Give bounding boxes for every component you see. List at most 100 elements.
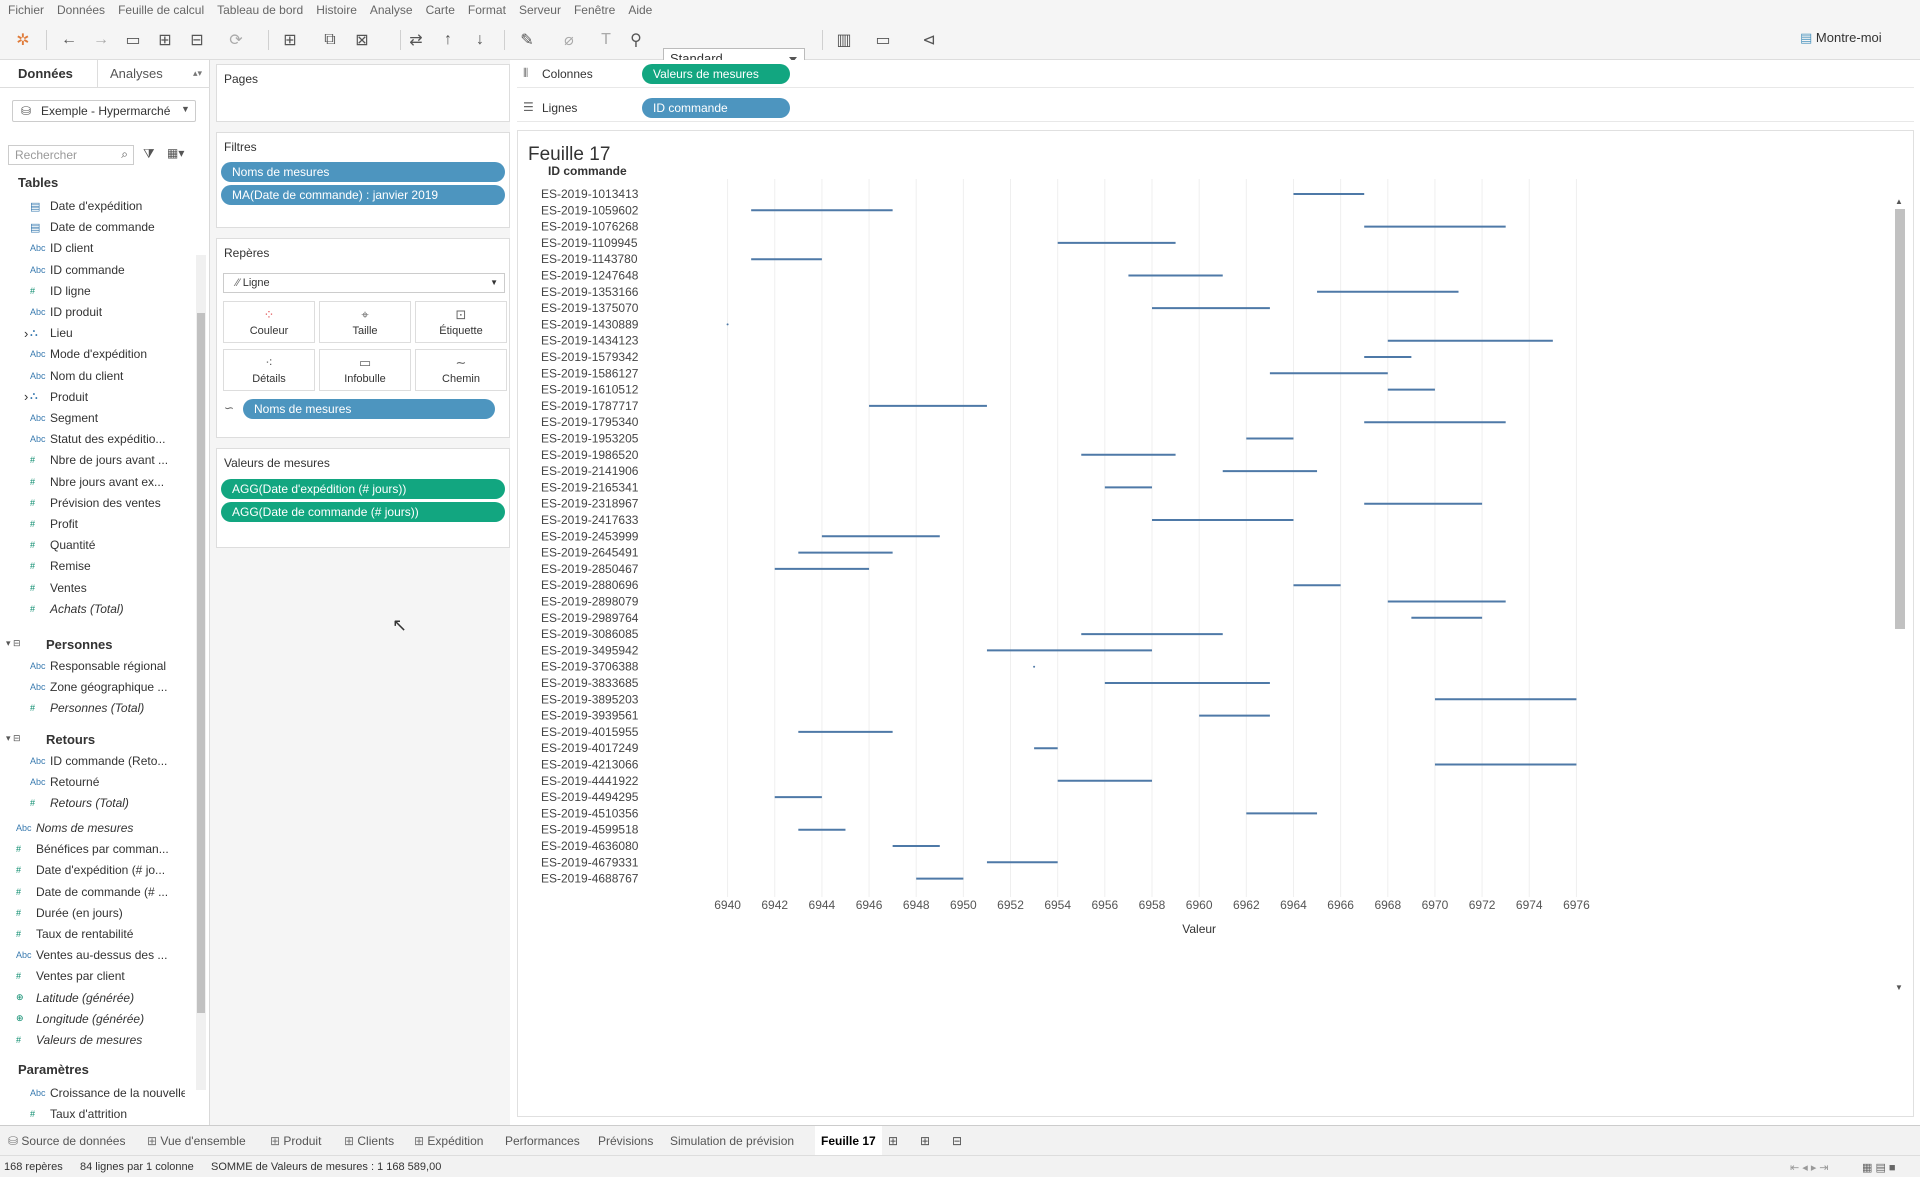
color-button[interactable]: ⁘ Couleur <box>223 301 315 343</box>
menu-item-6[interactable]: Carte <box>426 3 455 17</box>
field-item[interactable]: Abc Retourné <box>30 774 185 790</box>
menu-item-8[interactable]: Serveur <box>519 3 561 17</box>
new-dashboard-icon[interactable]: ⊞ <box>920 1134 930 1148</box>
field-item[interactable]: # Prévision des ventes <box>30 495 185 511</box>
field-item[interactable]: Abc Responsable régional <box>30 658 185 674</box>
field-item[interactable]: # Profit <box>30 516 185 532</box>
new-datasource-icon[interactable]: ⊞ <box>153 29 177 51</box>
field-item[interactable]: Abc Zone géographique ... <box>30 679 185 695</box>
measure-pill-ship-days[interactable]: AGG(Date d'expédition (# jours)) <box>221 479 505 499</box>
field-item[interactable]: # Date de commande (# ... <box>16 884 186 900</box>
group-icon[interactable]: ⌀ <box>557 29 581 51</box>
sheet-tab-4[interactable]: ⊞ Expédition <box>414 1134 483 1148</box>
refresh-icon[interactable]: ⟳ <box>224 29 248 51</box>
show-cards-icon[interactable]: ▥ <box>832 29 856 51</box>
sheet-tab-7[interactable]: Simulation de prévision <box>670 1134 794 1148</box>
filter-pill-measure-names[interactable]: Noms de mesures <box>221 162 505 182</box>
columns-shelf[interactable]: ⦀ Colonnes Valeurs de mesures <box>517 60 1914 88</box>
field-item[interactable]: # ID ligne <box>30 283 185 299</box>
save-icon[interactable]: ▭ <box>121 29 145 51</box>
marks-pill-measure-names[interactable]: Noms de mesures <box>243 399 495 419</box>
scroll-down-icon[interactable]: ▼ <box>1895 983 1903 992</box>
field-item[interactable]: # Remise <box>30 558 185 574</box>
rows-shelf[interactable]: ☰ Lignes ID commande <box>517 94 1914 122</box>
expand-icon[interactable]: › <box>24 326 28 341</box>
duplicate-sheet-icon[interactable]: ⧉ <box>318 29 342 51</box>
sort-desc-icon[interactable]: ↓ <box>468 29 492 51</box>
expand-icon[interactable]: › <box>24 389 28 404</box>
field-item[interactable]: Abc Mode d'expédition <box>30 346 185 362</box>
pin-icon[interactable]: ⚲ <box>624 29 648 51</box>
field-item[interactable]: # Ventes par client <box>16 968 186 984</box>
pages-card[interactable]: Pages <box>216 64 510 122</box>
field-item[interactable]: # Retours (Total) <box>30 795 185 811</box>
field-item[interactable]: Abc ID commande (Reto... <box>30 753 185 769</box>
menu-item-0[interactable]: Fichier <box>8 3 44 17</box>
undo-icon[interactable]: ← <box>57 29 81 51</box>
label-button[interactable]: ⊡ Étiquette <box>415 301 507 343</box>
field-item[interactable]: Abc ID client <box>30 240 185 256</box>
presentation-icon[interactable]: ▭ <box>871 29 895 51</box>
view-scrollbar[interactable]: ▲ ▼ <box>1893 197 1905 995</box>
scroll-up-icon[interactable]: ▲ <box>1895 197 1903 206</box>
field-item[interactable]: Abc Nom du client <box>30 368 185 384</box>
redo-icon[interactable]: → <box>89 29 113 51</box>
field-item[interactable]: Abc Segment <box>30 410 185 426</box>
size-button[interactable]: ⌖ Taille <box>319 301 411 343</box>
field-item[interactable]: Abc Noms de mesures <box>16 820 186 836</box>
personnes-title[interactable]: Personnes <box>46 637 112 652</box>
share-icon[interactable]: ⊲ <box>917 29 941 51</box>
field-item[interactable]: ▤ Date de commande <box>30 219 185 235</box>
menu-item-5[interactable]: Analyse <box>370 3 413 17</box>
sheet-tab-0[interactable]: ⛁ Source de données <box>8 1134 125 1148</box>
datasource-select[interactable]: ⛁ Exemple - Hypermarché ▼ <box>12 100 196 122</box>
retours-title[interactable]: Retours <box>46 732 95 747</box>
tooltip-button[interactable]: ▭ Infobulle <box>319 349 411 391</box>
pause-updates-icon[interactable]: ⊟ <box>185 29 209 51</box>
menu-item-3[interactable]: Tableau de bord <box>217 3 303 17</box>
sort-asc-icon[interactable]: ↑ <box>436 29 460 51</box>
field-item[interactable]: Abc ID produit <box>30 304 185 320</box>
tableau-logo-icon[interactable]: ✲ <box>11 29 35 51</box>
view-options-icon[interactable]: ▦▾ <box>167 146 184 160</box>
filters-card[interactable]: Filtres Noms de mesures MA(Date de comma… <box>216 132 510 228</box>
field-item[interactable]: # Personnes (Total) <box>30 700 185 716</box>
filter-icon[interactable]: ⧩ <box>143 146 155 162</box>
new-sheet-icon[interactable]: ⊞ <box>278 29 302 51</box>
field-item[interactable]: # Nbre jours avant ex... <box>30 474 185 490</box>
collapse-icon[interactable]: ▾ ⊟ <box>6 638 21 649</box>
menu-item-1[interactable]: Données <box>57 3 105 17</box>
sheet-tab-6[interactable]: Prévisions <box>598 1134 653 1148</box>
sheet-tab-5[interactable]: Performances <box>505 1134 580 1148</box>
sheet-tab-2[interactable]: ⊞ Produit <box>270 1134 321 1148</box>
sheet-tab-1[interactable]: ⊞ Vue d'ensemble <box>147 1134 246 1148</box>
field-item[interactable]: Abc Croissance de la nouvelle ... <box>30 1085 185 1101</box>
field-item[interactable]: # Durée (en jours) <box>16 905 186 921</box>
path-button[interactable]: ∼ Chemin <box>415 349 507 391</box>
field-item[interactable]: › ⛬ Produit <box>24 389 185 405</box>
swap-icon[interactable]: ⇄ <box>404 29 428 51</box>
new-story-icon[interactable]: ⊟ <box>952 1134 962 1148</box>
tab-data[interactable]: Données <box>18 66 73 81</box>
menu-item-4[interactable]: Histoire <box>316 3 357 17</box>
rows-pill[interactable]: ID commande <box>642 98 790 118</box>
search-input[interactable]: Rechercher ⌕ <box>8 145 134 165</box>
measure-pill-order-days[interactable]: AGG(Date de commande (# jours)) <box>221 502 505 522</box>
field-item[interactable]: # Taux d'attrition <box>30 1106 185 1122</box>
field-item[interactable]: # Ventes <box>30 580 185 596</box>
field-item[interactable]: Abc ID commande <box>30 262 185 278</box>
field-item[interactable]: # Quantité <box>30 537 185 553</box>
grid-view-icon[interactable]: ▦ ▤ ■ <box>1862 1161 1896 1174</box>
sheet-tab-8[interactable]: Feuille 17 <box>815 1126 882 1156</box>
detail-button[interactable]: ⁖ Détails <box>223 349 315 391</box>
field-item[interactable]: # Nbre de jours avant ... <box>30 452 185 468</box>
field-item[interactable]: › ⛬ Lieu <box>24 325 185 341</box>
field-item[interactable]: ⊕ Longitude (générée) <box>16 1011 186 1027</box>
field-item[interactable]: # Taux de rentabilité <box>16 926 186 942</box>
menu-item-9[interactable]: Fenêtre <box>574 3 615 17</box>
menu-item-7[interactable]: Format <box>468 3 506 17</box>
show-me-button[interactable]: ▤ Montre-moi <box>1800 30 1882 46</box>
data-pane-scrollbar[interactable] <box>196 255 206 1090</box>
collapse-icon[interactable]: ▾ ⊟ <box>6 733 21 744</box>
nav-arrows-icon[interactable]: ⇤ ◂ ▸ ⇥ <box>1790 1161 1829 1174</box>
